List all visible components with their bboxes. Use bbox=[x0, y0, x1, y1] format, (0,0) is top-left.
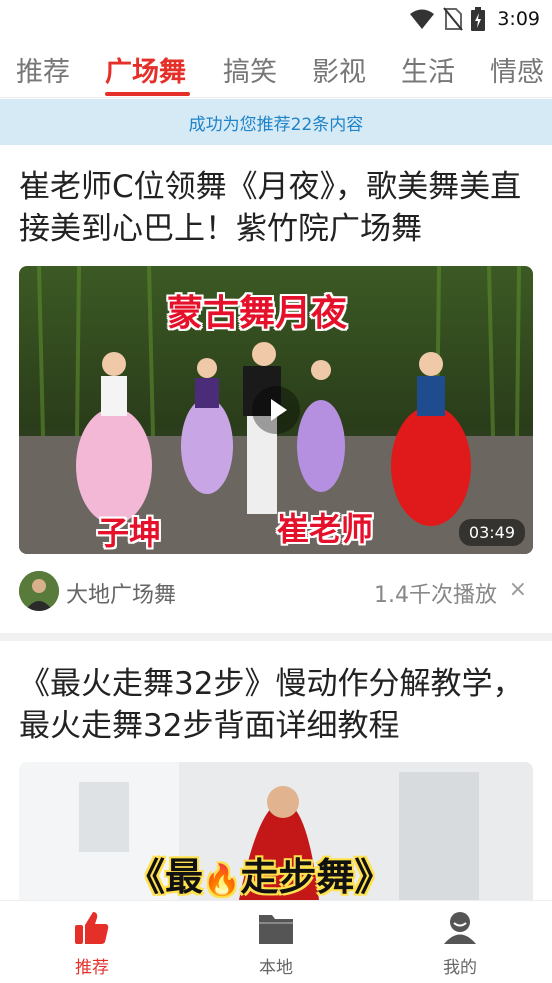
feed-divider bbox=[0, 633, 552, 641]
tab-life[interactable]: 生活 bbox=[401, 50, 455, 89]
video-thumbnail[interactable]: 蒙古舞月夜 子坤 崔老师 03:49 bbox=[19, 266, 533, 554]
avatar[interactable] bbox=[19, 571, 59, 611]
tab-emotion[interactable]: 情感 bbox=[490, 50, 544, 89]
nav-recommend[interactable]: 推荐 bbox=[52, 911, 132, 978]
folder-icon bbox=[259, 915, 293, 944]
thumbnail-overlay-title: 蒙古舞月夜 bbox=[167, 293, 348, 334]
feed-item-meta: 大地广场舞 1.4千次播放 × bbox=[19, 571, 533, 611]
dismiss-icon[interactable]: × bbox=[509, 577, 527, 602]
refresh-notice: 成功为您推荐22条内容 bbox=[0, 99, 552, 145]
thumbnail-overlay-right: 崔老师 bbox=[277, 510, 374, 548]
thumbnail-overlay-title-a: 《最 bbox=[127, 855, 204, 899]
tab-film[interactable]: 影视 bbox=[312, 50, 366, 89]
nav-local[interactable]: 本地 bbox=[236, 911, 316, 978]
user-icon bbox=[444, 912, 476, 944]
nav-recommend-label: 推荐 bbox=[75, 958, 109, 978]
no-sim-icon bbox=[443, 7, 464, 31]
tab-funny[interactable]: 搞笑 bbox=[223, 50, 277, 89]
battery-charging-icon bbox=[471, 7, 486, 31]
thumbnail-overlay-title-b: 走步舞》 bbox=[240, 855, 393, 899]
active-tab-indicator bbox=[105, 92, 190, 96]
tab-recommend[interactable]: 推荐 bbox=[16, 50, 70, 89]
feed-item-title[interactable]: 崔老师C位领舞《月夜》，歌美舞美直接美到心巴上！紫竹院广场舞 bbox=[19, 166, 539, 250]
fire-icon: 🔥 bbox=[203, 863, 241, 898]
play-icon[interactable] bbox=[252, 386, 300, 434]
thumbnail-overlay-title: 《最🔥走步舞》 bbox=[127, 846, 392, 900]
status-bar: 3:09 bbox=[0, 0, 552, 38]
video-duration: 03:49 bbox=[458, 519, 525, 546]
tab-square-dance[interactable]: 广场舞 bbox=[105, 50, 186, 89]
wifi-icon bbox=[410, 9, 435, 29]
video-thumbnail[interactable]: 《最🔥走步舞》 bbox=[19, 762, 533, 900]
status-icons: 3:09 bbox=[409, 6, 540, 32]
thumbnail-overlay-left: 子坤 bbox=[97, 514, 162, 552]
author-name[interactable]: 大地广场舞 bbox=[66, 577, 176, 609]
nav-profile[interactable]: 我的 bbox=[420, 911, 500, 978]
play-count: 1.4千次播放 bbox=[374, 583, 497, 608]
bottom-navigation: 推荐 本地 我的 bbox=[0, 900, 552, 983]
nav-local-label: 本地 bbox=[259, 958, 293, 978]
status-time: 3:09 bbox=[497, 8, 540, 30]
feed-item-title[interactable]: 《最火走舞32步》慢动作分解教学，最火走舞32步背面详细教程 bbox=[19, 663, 539, 747]
nav-profile-label: 我的 bbox=[443, 958, 477, 978]
thumbs-up-icon bbox=[75, 912, 109, 944]
category-tabs: 推荐 广场舞 搞笑 影视 生活 情感 bbox=[0, 38, 552, 98]
